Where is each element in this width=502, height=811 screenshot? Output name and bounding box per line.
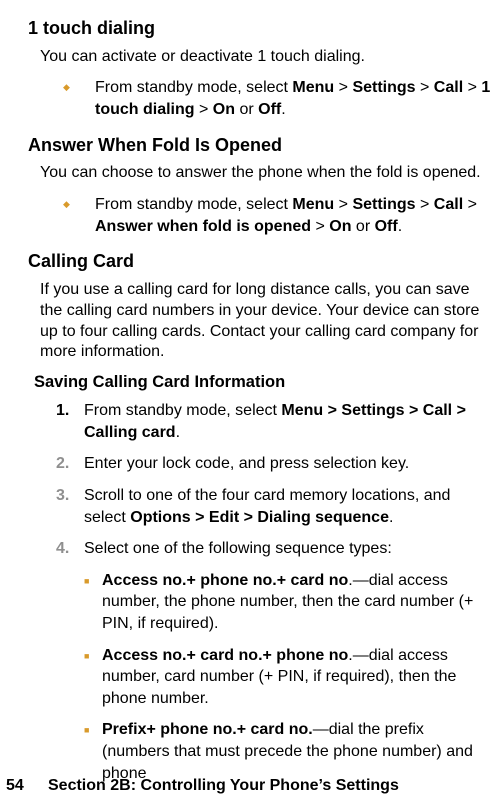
step-number: 2. <box>56 453 84 475</box>
step-text: Scroll to one of the four card memory lo… <box>84 485 492 528</box>
seq-text: Access no.+ phone no.+ card no.—dial acc… <box>102 570 492 635</box>
step-number: 1. <box>56 400 84 422</box>
diamond-icon: ◆ <box>63 77 95 92</box>
footer-section-title: Section 2B: Controlling Your Phone’s Set… <box>48 777 399 795</box>
subheading-saving-cc: Saving Calling Card Information <box>34 373 492 392</box>
heading-answer-fold: Answer When Fold Is Opened <box>28 135 492 156</box>
page-number: 54 <box>0 777 48 795</box>
step-3: 3. Scroll to one of the four card memory… <box>28 485 492 528</box>
seq-option-b: ■ Access no.+ card no.+ phone no.—dial a… <box>28 645 492 710</box>
square-icon: ■ <box>84 645 102 661</box>
seq-text: Prefix+ phone no.+ card no.—dial the pre… <box>102 719 492 784</box>
diamond-icon: ◆ <box>63 194 95 209</box>
step-answer-fold: ◆ From standby mode, select Menu > Setti… <box>28 194 492 237</box>
step-number: 4. <box>56 538 84 560</box>
step-4: 4. Select one of the following sequence … <box>28 538 492 560</box>
step-1-touch: ◆ From standby mode, select Menu > Setti… <box>28 77 492 120</box>
step-text: From standby mode, select Menu > Setting… <box>95 77 492 120</box>
intro-calling-card: If you use a calling card for long dista… <box>40 280 492 363</box>
intro-answer-fold: You can choose to answer the phone when … <box>40 163 492 184</box>
heading-calling-card: Calling Card <box>28 251 492 272</box>
square-icon: ■ <box>84 719 102 735</box>
seq-option-c: ■ Prefix+ phone no.+ card no.—dial the p… <box>28 719 492 784</box>
square-icon: ■ <box>84 570 102 586</box>
step-text: From standby mode, select Menu > Setting… <box>95 194 492 237</box>
step-text: Enter your lock code, and press selectio… <box>84 453 492 475</box>
step-text: Select one of the following sequence typ… <box>84 538 492 560</box>
page-footer: 54 Section 2B: Controlling Your Phone’s … <box>0 777 502 795</box>
seq-text: Access no.+ card no.+ phone no.—dial acc… <box>102 645 492 710</box>
step-number: 3. <box>56 485 84 507</box>
seq-option-a: ■ Access no.+ phone no.+ card no.—dial a… <box>28 570 492 635</box>
heading-1-touch-dialing: 1 touch dialing <box>28 18 492 39</box>
step-2: 2. Enter your lock code, and press selec… <box>28 453 492 475</box>
intro-1-touch: You can activate or deactivate 1 touch d… <box>40 47 492 68</box>
step-1: 1. From standby mode, select Menu > Sett… <box>28 400 492 443</box>
step-text: From standby mode, select Menu > Setting… <box>84 400 492 443</box>
